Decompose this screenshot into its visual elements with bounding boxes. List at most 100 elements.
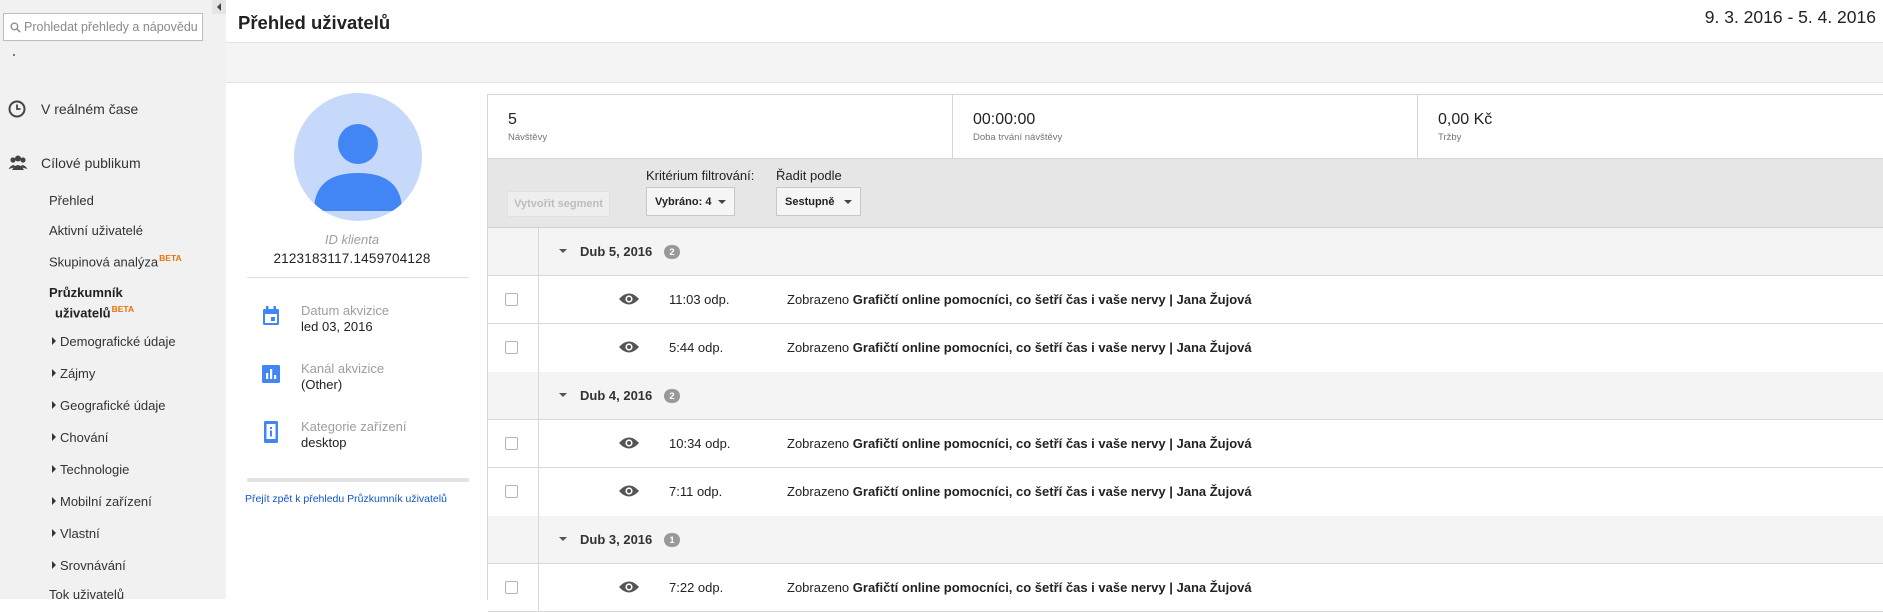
date-group-label: Dub 5, 2016 [580,244,653,259]
nav-interests[interactable]: Zájmy [52,366,95,381]
triangle-right-icon [52,369,56,377]
triangle-right-icon [52,401,56,409]
event-prefix: Zobrazeno [787,484,850,499]
event-checkbox[interactable] [505,293,518,306]
column-separator [538,516,539,563]
event-count-badge: 2 [664,389,680,403]
acquisition-date-label: Datum akvizice [301,303,390,318]
nav-realtime[interactable]: V reálném čase [0,96,226,122]
caret-down-icon [559,393,567,397]
metric-duration-label: Doba trvání návštěvy [973,132,1063,143]
sort-by-label: Řadit podle [776,168,842,183]
nav-interests-label: Zájmy [60,366,96,381]
avatar [294,93,422,221]
user-profile-panel: ID klienta 2123183117.1459704128 Datum a… [226,83,487,599]
acquisition-date-value: led 03, 2016 [301,319,373,334]
nav-realtime-label: V reálném čase [41,101,139,117]
event-checkbox[interactable] [505,485,518,498]
nav-users-flow[interactable]: Tok uživatelů [49,587,124,599]
event-description: Zobrazeno Grafičtí online pomocníci, co … [787,484,1252,499]
nav-benchmarking[interactable]: Srovnávání [52,558,126,573]
scroll-dot [13,54,15,56]
event-checkbox[interactable] [505,341,518,354]
nav-mobile-label: Mobilní zařízení [60,494,152,509]
caret-down-icon [559,537,567,541]
metric-revenue-label: Tržby [1438,132,1462,143]
event-checkbox[interactable] [505,581,518,594]
event-time: 7:11 odp. [669,484,723,499]
nav-demographics[interactable]: Demografické údaje [52,334,176,349]
event-description: Zobrazeno Grafičtí online pomocníci, co … [787,580,1252,595]
search-input[interactable] [21,20,202,34]
event-prefix: Zobrazeno [787,292,850,307]
nav-user-explorer-line2: uživatelů [55,305,111,321]
metric-duration-value: 00:00:00 [973,111,1036,128]
search-box[interactable] [3,13,203,41]
event-row: 11:03 odp. Zobrazeno Grafičtí online pom… [488,276,1883,324]
event-prefix: Zobrazeno [787,340,850,355]
acquisition-channel-label: Kanál akvizice [301,361,385,376]
filter-criteria-value: Vybráno: 4 [655,195,712,208]
date-range-picker[interactable]: 9. 3. 2016 - 5. 4. 2016 [1705,7,1876,28]
bar-chart-icon [262,365,280,383]
chevron-left-icon [217,3,221,11]
caret-down-icon [559,249,567,253]
main-panel: 5 Návštěvy 00:00:00 Doba trvání návštěvy… [487,94,1883,612]
nav-audience[interactable]: Cílové publikum [0,150,226,176]
event-row: 7:22 odp. Zobrazeno Grafičtí online pomo… [488,564,1883,612]
triangle-right-icon [52,497,56,505]
header: Přehled uživatelů 9. 3. 2016 - 5. 4. 201… [226,0,1883,43]
event-time: 11:03 odp. [669,292,730,307]
date-group-label: Dub 3, 2016 [580,532,653,547]
toolbar-band [226,43,1883,83]
nav-user-explorer[interactable]: Průzkumník uživatelůBETA [49,285,134,321]
triangle-right-icon [52,561,56,569]
filter-criteria-label: Kritérium filtrování: [646,168,755,183]
nav-geo[interactable]: Geografické údaje [52,398,166,413]
create-segment-button[interactable]: Vytvořit segment [507,191,610,217]
nav-technology[interactable]: Technologie [52,462,129,477]
nav-geo-label: Geografické údaje [60,398,166,413]
column-separator [538,564,539,611]
event-description: Zobrazeno Grafičtí online pomocníci, co … [787,340,1252,355]
nav-user-explorer-line1: Průzkumník [49,285,123,300]
device-category-label: Kategorie zařízení [301,419,407,434]
event-count-badge: 2 [664,245,680,259]
nav-technology-label: Technologie [60,462,130,477]
nav-overview[interactable]: Přehled [49,193,94,208]
triangle-right-icon [52,529,56,537]
filter-criteria-dropdown[interactable]: Vybráno: 4 [646,187,735,216]
column-separator [538,468,539,516]
date-group-row[interactable]: Dub 3, 2016 1 [488,516,1883,564]
back-to-explorer-link[interactable]: Přejít zpět k přehledu Průzkumník uživat… [245,493,447,505]
column-separator [538,420,539,467]
nav-custom[interactable]: Vlastní [52,526,100,541]
eye-icon [619,581,639,593]
event-prefix: Zobrazeno [787,580,850,595]
date-group-row[interactable]: Dub 5, 2016 2 [488,228,1883,276]
sort-order-dropdown[interactable]: Sestupně [776,187,861,216]
date-group-label: Dub 4, 2016 [580,388,653,403]
column-separator [538,276,539,323]
client-id-value: 2123183117.1459704128 [273,251,431,266]
metric-sessions: 5 Návštěvy [488,95,953,158]
nav-active-users[interactable]: Aktivní uživatelé [49,223,143,238]
clock-icon [8,100,26,118]
metric-sessions-value: 5 [508,111,517,128]
nav-cohort-label: Skupinová analýza [49,254,159,270]
event-checkbox[interactable] [505,437,518,450]
collapse-sidebar-button[interactable] [212,0,226,14]
date-group-row[interactable]: Dub 4, 2016 2 [488,372,1883,420]
column-separator [538,372,539,419]
nav-cohort-analysis[interactable]: Skupinová analýzaBETA [49,253,182,269]
eye-icon [619,293,639,305]
horizontal-scrollbar[interactable] [247,478,469,482]
metric-duration: 00:00:00 Doba trvání návštěvy [953,95,1418,158]
nav-mobile[interactable]: Mobilní zařízení [52,494,152,509]
nav-behavior[interactable]: Chování [52,430,108,445]
eye-icon [619,485,639,497]
calendar-icon [263,306,279,325]
event-count-badge: 1 [664,533,680,547]
search-icon [10,21,21,33]
event-page-title: Grafičtí online pomocníci, co šetří čas … [852,484,1252,499]
